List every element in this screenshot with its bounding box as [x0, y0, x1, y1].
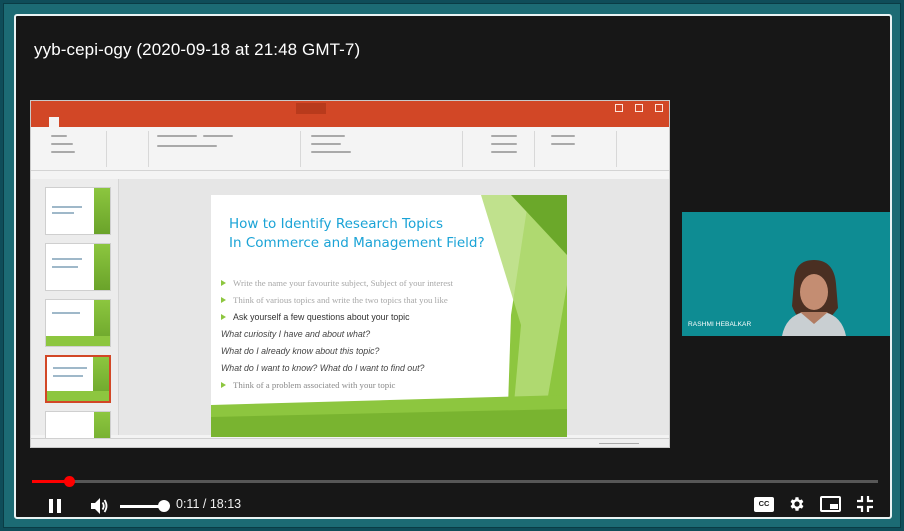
- volume-icon: [91, 498, 108, 514]
- miniplayer-icon: [830, 504, 838, 509]
- slide-subpoint: What do I already know about this topic?: [221, 346, 380, 356]
- ppt-ribbon-tabs: [31, 117, 669, 127]
- window-frame: yyb-cepi-ogy (2020-09-18 at 21:48 GMT-7): [3, 3, 901, 528]
- pause-button[interactable]: [44, 495, 66, 517]
- ppt-status-bar: [31, 438, 669, 447]
- gear-icon: [790, 497, 804, 511]
- progress-bar[interactable]: [32, 476, 878, 487]
- webcam-tile: RASHMI HEBALKAR: [682, 212, 890, 336]
- settings-button[interactable]: [788, 495, 806, 513]
- progress-scrubber[interactable]: [63, 476, 75, 487]
- current-slide: How to Identify Research Topics In Comme…: [211, 195, 567, 437]
- subtitles-button[interactable]: CC: [754, 497, 774, 512]
- slide-thumbnails-pane: [31, 179, 119, 447]
- exit-fullscreen-button[interactable]: [856, 495, 874, 513]
- slide-thumbnail: [45, 299, 111, 347]
- video-player[interactable]: yyb-cepi-ogy (2020-09-18 at 21:48 GMT-7): [14, 14, 892, 519]
- time-display: 0:11 / 18:13: [176, 497, 242, 511]
- slide-bullet-list: Write the name your favourite subject, S…: [221, 275, 521, 394]
- participant-name: RASHMI HEBALKAR: [688, 321, 752, 328]
- slide-thumbnail: [45, 187, 111, 235]
- ppt-ribbon: [31, 127, 669, 171]
- slide-title: How to Identify Research Topics In Comme…: [229, 216, 485, 251]
- presenter-video: [682, 212, 890, 336]
- slide-subpoint: What do I want to know? What do I want t…: [221, 363, 425, 373]
- miniplayer-button[interactable]: [820, 496, 841, 512]
- slide-editor: How to Identify Research Topics In Comme…: [119, 179, 669, 437]
- exit-fullscreen-icon: [857, 496, 873, 512]
- slide-bullet: Ask yourself a few questions about your …: [221, 309, 521, 326]
- slide-thumbnail-selected: [45, 355, 111, 403]
- volume-slider-handle[interactable]: [158, 500, 170, 512]
- slide-bullet: Think of various topics and write the tw…: [221, 292, 521, 309]
- pause-icon: [49, 499, 53, 513]
- slide-thumbnail: [45, 243, 111, 291]
- slide-bullet: Think of a problem associated with your …: [221, 377, 521, 394]
- slide-subpoint: What curiosity I have and about what?: [221, 329, 371, 339]
- closed-captions-icon: CC: [758, 499, 770, 508]
- slide-bullet: Write the name your favourite subject, S…: [221, 275, 521, 292]
- shared-screen-powerpoint: How to Identify Research Topics In Comme…: [30, 100, 670, 448]
- ppt-titlebar: [31, 101, 669, 117]
- video-title: yyb-cepi-ogy (2020-09-18 at 21:48 GMT-7): [34, 40, 361, 59]
- mute-button[interactable]: [88, 495, 110, 517]
